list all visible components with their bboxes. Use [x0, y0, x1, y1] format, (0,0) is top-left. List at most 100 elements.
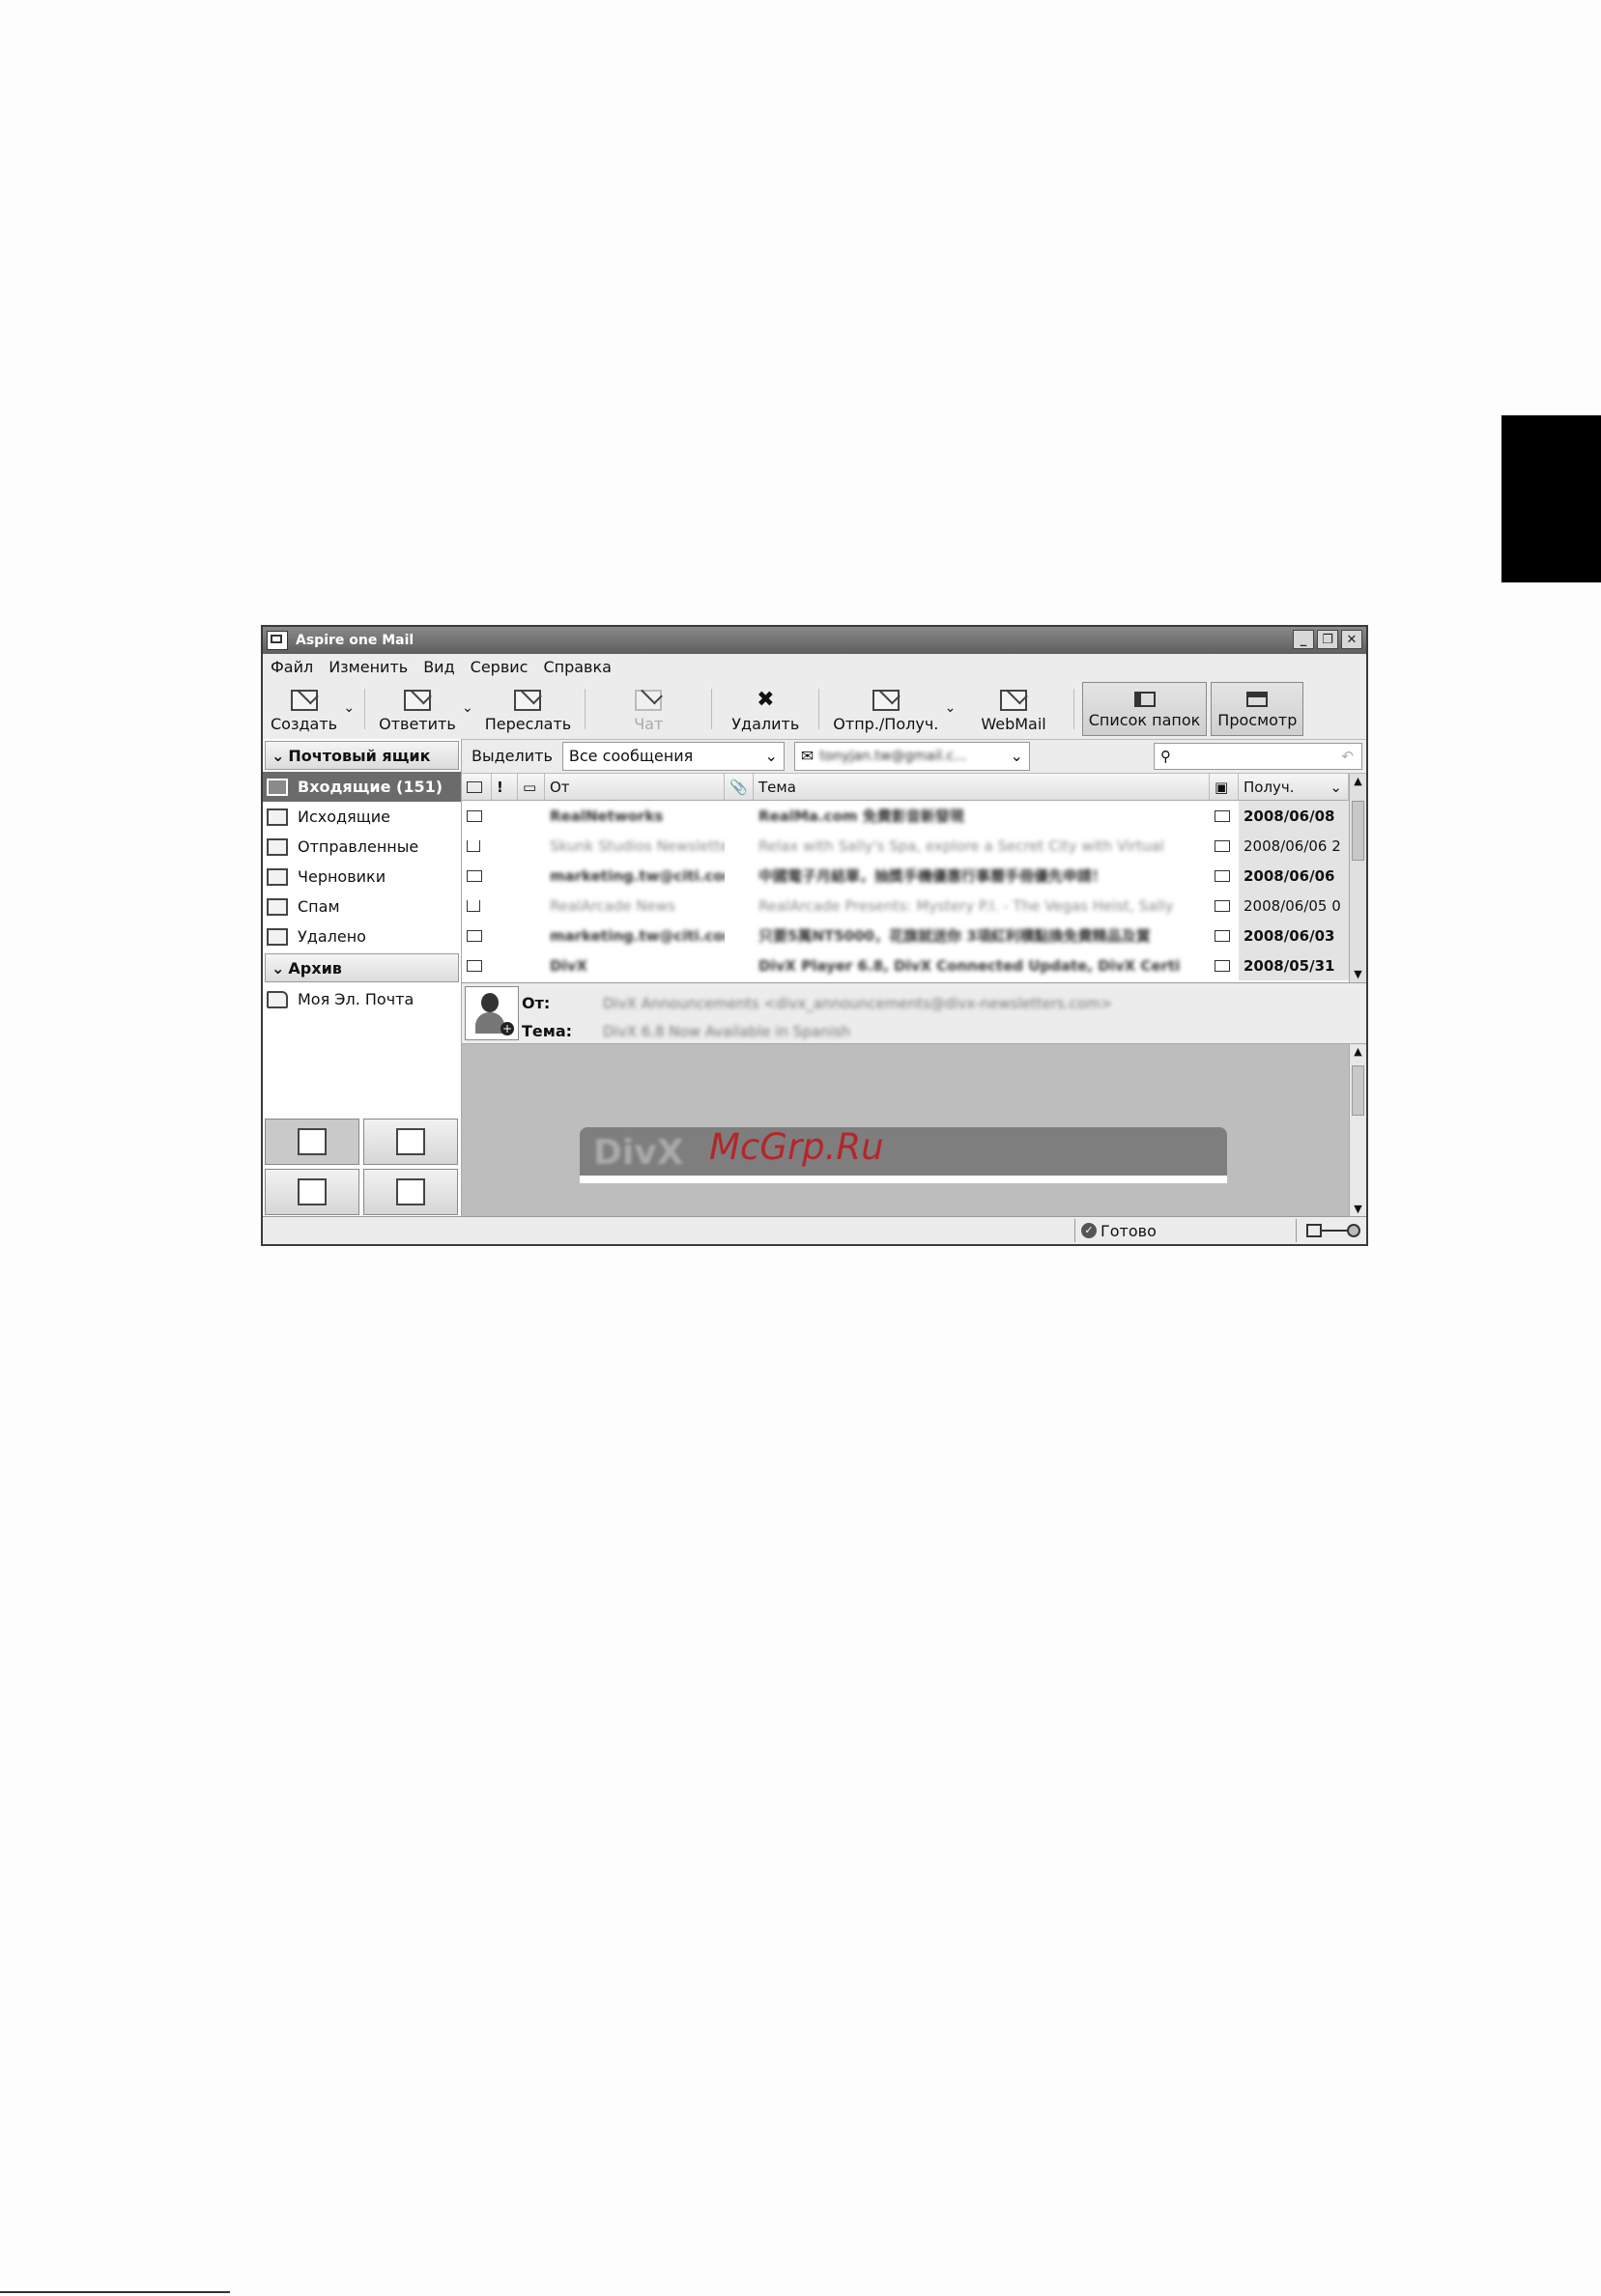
table-row[interactable]: Skunk Studios Newsletter Relax with Sall…	[462, 831, 1349, 861]
main-pane: Выделить Все сообщения ⌄ ✉ tonyjan.tw@gm…	[462, 739, 1366, 1217]
folder-sidebar: ⌄ Почтовый ящик Входящие (151) Исходящие…	[263, 739, 462, 1217]
drafts-icon	[267, 867, 288, 886]
column-flag[interactable]: ▭	[518, 774, 545, 800]
sidebar-item-my-email[interactable]: Моя Эл. Почта	[263, 984, 461, 1014]
table-row[interactable]: DivX DivX Player 6.8, DivX Connected Upd…	[462, 950, 1349, 980]
table-row[interactable]: marketing.tw@citi.com 只要5萬NT5000，花旗就送你 3…	[462, 921, 1349, 950]
page-tab-marker	[1501, 415, 1601, 582]
account-envelope-icon	[1215, 929, 1230, 942]
forward-icon	[514, 690, 542, 711]
filter-bar: Выделить Все сообщения ⌄ ✉ tonyjan.tw@gm…	[462, 739, 1366, 774]
column-account[interactable]: ▣	[1210, 774, 1239, 800]
send-receive-button[interactable]: Отпр./Получ. ⌄	[825, 679, 956, 739]
close-button[interactable]: ✕	[1341, 630, 1362, 649]
sort-chevron-icon: ⌄	[1329, 778, 1342, 796]
folder-icon	[267, 990, 288, 1008]
webmail-icon	[1000, 690, 1028, 711]
sidebar-item-deleted[interactable]: Удалено	[263, 921, 461, 951]
column-subject[interactable]: Тема	[754, 774, 1210, 800]
table-row[interactable]: RealArcade News RealArcade Presents: Mys…	[462, 891, 1349, 921]
scroll-up-icon[interactable]: ▲	[1350, 774, 1366, 789]
mail-module-button[interactable]	[265, 1119, 359, 1165]
chevron-down-icon: ⌄	[272, 958, 285, 978]
menu-file[interactable]: Файл	[271, 658, 313, 676]
send-receive-icon	[872, 690, 900, 711]
table-row[interactable]: marketing.tw@citi.com 中國電子月結單，抽獎手機優惠行事曆手…	[462, 861, 1349, 891]
read-envelope-icon	[467, 899, 480, 912]
account-envelope-icon	[1215, 899, 1230, 912]
column-from[interactable]: От	[545, 774, 725, 800]
create-button[interactable]: Создать ⌄	[263, 679, 355, 739]
maximize-button[interactable]: ❐	[1317, 630, 1338, 649]
account-envelope-icon	[1215, 959, 1230, 972]
column-priority[interactable]: !	[492, 774, 518, 800]
preview-scrollbar[interactable]: ▲ ▼	[1349, 1044, 1366, 1217]
scroll-thumb[interactable]	[1352, 801, 1364, 861]
folder-pane-icon	[1133, 692, 1156, 707]
toolbar: Создать ⌄ Ответить ⌄ Переслать Чат ✖ Уда…	[263, 679, 1366, 740]
account-dropdown[interactable]: ✉ tonyjan.tw@gmail.c... ⌄	[793, 741, 1030, 771]
column-attachment[interactable]: 📎	[725, 774, 754, 800]
column-read-status[interactable]	[462, 774, 492, 800]
calendar-icon	[396, 1178, 425, 1205]
archive-section-header[interactable]: ⌄ Архив	[265, 953, 459, 982]
chevron-down-icon: ⌄	[764, 747, 778, 765]
search-input[interactable]: ⚲ ↶	[1154, 743, 1362, 770]
outbox-icon	[267, 808, 288, 826]
sidebar-item-outbox[interactable]: Исходящие	[263, 802, 461, 832]
contacts-module-button[interactable]	[265, 1169, 359, 1215]
send-receive-dropdown-chevron-icon[interactable]: ⌄	[945, 700, 957, 716]
page-footer-rule	[0, 2291, 230, 2293]
from-label: От:	[522, 994, 551, 1012]
status-text: Готово	[1101, 1221, 1157, 1240]
news-module-button[interactable]	[363, 1119, 458, 1165]
unread-envelope-icon	[467, 809, 482, 822]
scroll-down-icon[interactable]: ▼	[1350, 1202, 1366, 1217]
chat-button[interactable]: Чат	[591, 679, 705, 739]
menu-tools[interactable]: Сервис	[471, 658, 529, 676]
menu-view[interactable]: Вид	[423, 658, 454, 676]
window-title: Aspire one Mail	[296, 633, 415, 648]
subject-value: DivX 6.8 Now Available in Spanish	[603, 1022, 851, 1040]
table-row[interactable]: RealNetworks RealMa.com 免費影音新發現 2008/06/…	[462, 801, 1349, 831]
sidebar-item-inbox[interactable]: Входящие (151)	[263, 772, 461, 802]
reply-dropdown-chevron-icon[interactable]: ⌄	[462, 700, 473, 716]
mailbox-section-header[interactable]: ⌄ Почтовый ящик	[265, 741, 459, 770]
webmail-button[interactable]: WebMail	[959, 679, 1067, 739]
add-contact-avatar[interactable]: +	[465, 986, 519, 1040]
sidebar-item-drafts[interactable]: Черновики	[263, 862, 461, 892]
message-preview-body: DivX ▲ ▼	[462, 1044, 1366, 1217]
menu-help[interactable]: Справка	[543, 658, 612, 676]
network-connection-icon[interactable]	[1306, 1223, 1360, 1238]
calendar-module-button[interactable]	[363, 1169, 458, 1215]
create-dropdown-chevron-icon[interactable]: ⌄	[343, 700, 355, 716]
forward-button[interactable]: Переслать	[477, 679, 579, 739]
envelope-icon: ✉	[800, 747, 815, 765]
priority-icon: !	[497, 778, 503, 796]
folder-list-toggle-button[interactable]: Список папок	[1081, 682, 1208, 736]
compose-icon	[290, 690, 318, 711]
message-list-scrollbar[interactable]: ▲ ▼	[1349, 774, 1366, 982]
preview-toggle-button[interactable]: Просмотр	[1211, 682, 1304, 736]
envelope-icon	[467, 780, 482, 793]
from-value: DivX Announcements <divx_announcements@d…	[603, 994, 1113, 1012]
scroll-up-icon[interactable]: ▲	[1350, 1044, 1366, 1060]
toolbar-separator	[711, 689, 713, 729]
clear-search-icon[interactable]: ↶	[1341, 748, 1354, 765]
sidebar-item-spam[interactable]: Спам	[263, 892, 461, 921]
sidebar-item-sent[interactable]: Отправленные	[263, 832, 461, 862]
read-envelope-icon	[467, 839, 480, 852]
scroll-thumb[interactable]	[1352, 1065, 1364, 1116]
minimize-button[interactable]: _	[1293, 630, 1314, 649]
column-received[interactable]: Получ. ⌄	[1239, 774, 1349, 800]
scroll-down-icon[interactable]: ▼	[1350, 967, 1366, 982]
delete-button[interactable]: ✖ Удалить	[718, 679, 813, 739]
toolbar-separator	[364, 689, 366, 729]
title-bar: Aspire one Mail _ ❐ ✕	[263, 627, 1366, 654]
reply-button[interactable]: Ответить ⌄	[371, 679, 473, 739]
message-filter-dropdown[interactable]: Все сообщения ⌄	[561, 741, 785, 771]
comment-icon: ▭	[523, 778, 537, 796]
menu-edit[interactable]: Изменить	[329, 658, 408, 676]
toolbar-separator	[1072, 689, 1074, 729]
mail-module-icon	[298, 1128, 327, 1155]
